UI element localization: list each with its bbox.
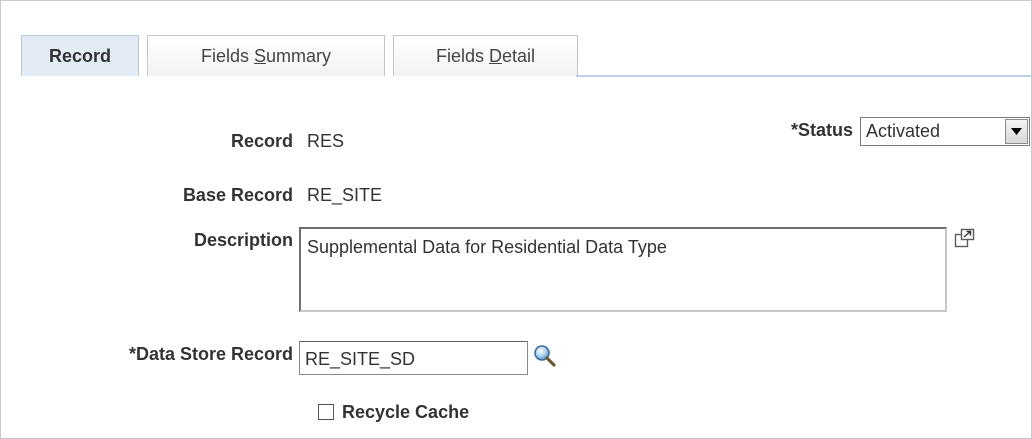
recycle-cache-label: Recycle Cache [342,402,470,422]
description-textarea[interactable]: Supplemental Data for Residential Data T… [299,227,947,312]
record-value: RES [307,131,345,151]
tab-fields-detail[interactable]: Fields Detail [393,35,578,76]
recycle-cache-checkbox[interactable] [318,404,334,420]
tab-fields-summary-label: Fields Summary [200,45,332,66]
data-store-record-label: *Data Store Record [128,344,293,364]
page-frame: Record Fields Summary Fields Detail Reco… [0,0,1032,439]
tab-fields-detail-label: Fields Detail [435,45,536,66]
tab-fields-summary[interactable]: Fields Summary [147,35,385,76]
tab-record[interactable]: Record [21,35,139,76]
data-store-record-input[interactable]: RE_SITE_SD [299,341,528,375]
expand-icon[interactable] [954,228,976,253]
base-record-value: RE_SITE [307,185,383,205]
tab-record-label: Record [48,45,111,66]
tab-bar: Record Fields Summary Fields Detail [21,35,1031,80]
status-label: *Status [790,120,853,140]
status-select[interactable]: Activated [860,117,1030,146]
description-label: Description [193,230,293,250]
record-label: Record [230,131,293,151]
status-selected-value: Activated [866,121,941,141]
chevron-down-icon[interactable] [1005,119,1028,144]
base-record-label: Base Record [182,185,293,205]
tab-underline [576,75,1031,77]
search-icon[interactable] [532,343,558,374]
